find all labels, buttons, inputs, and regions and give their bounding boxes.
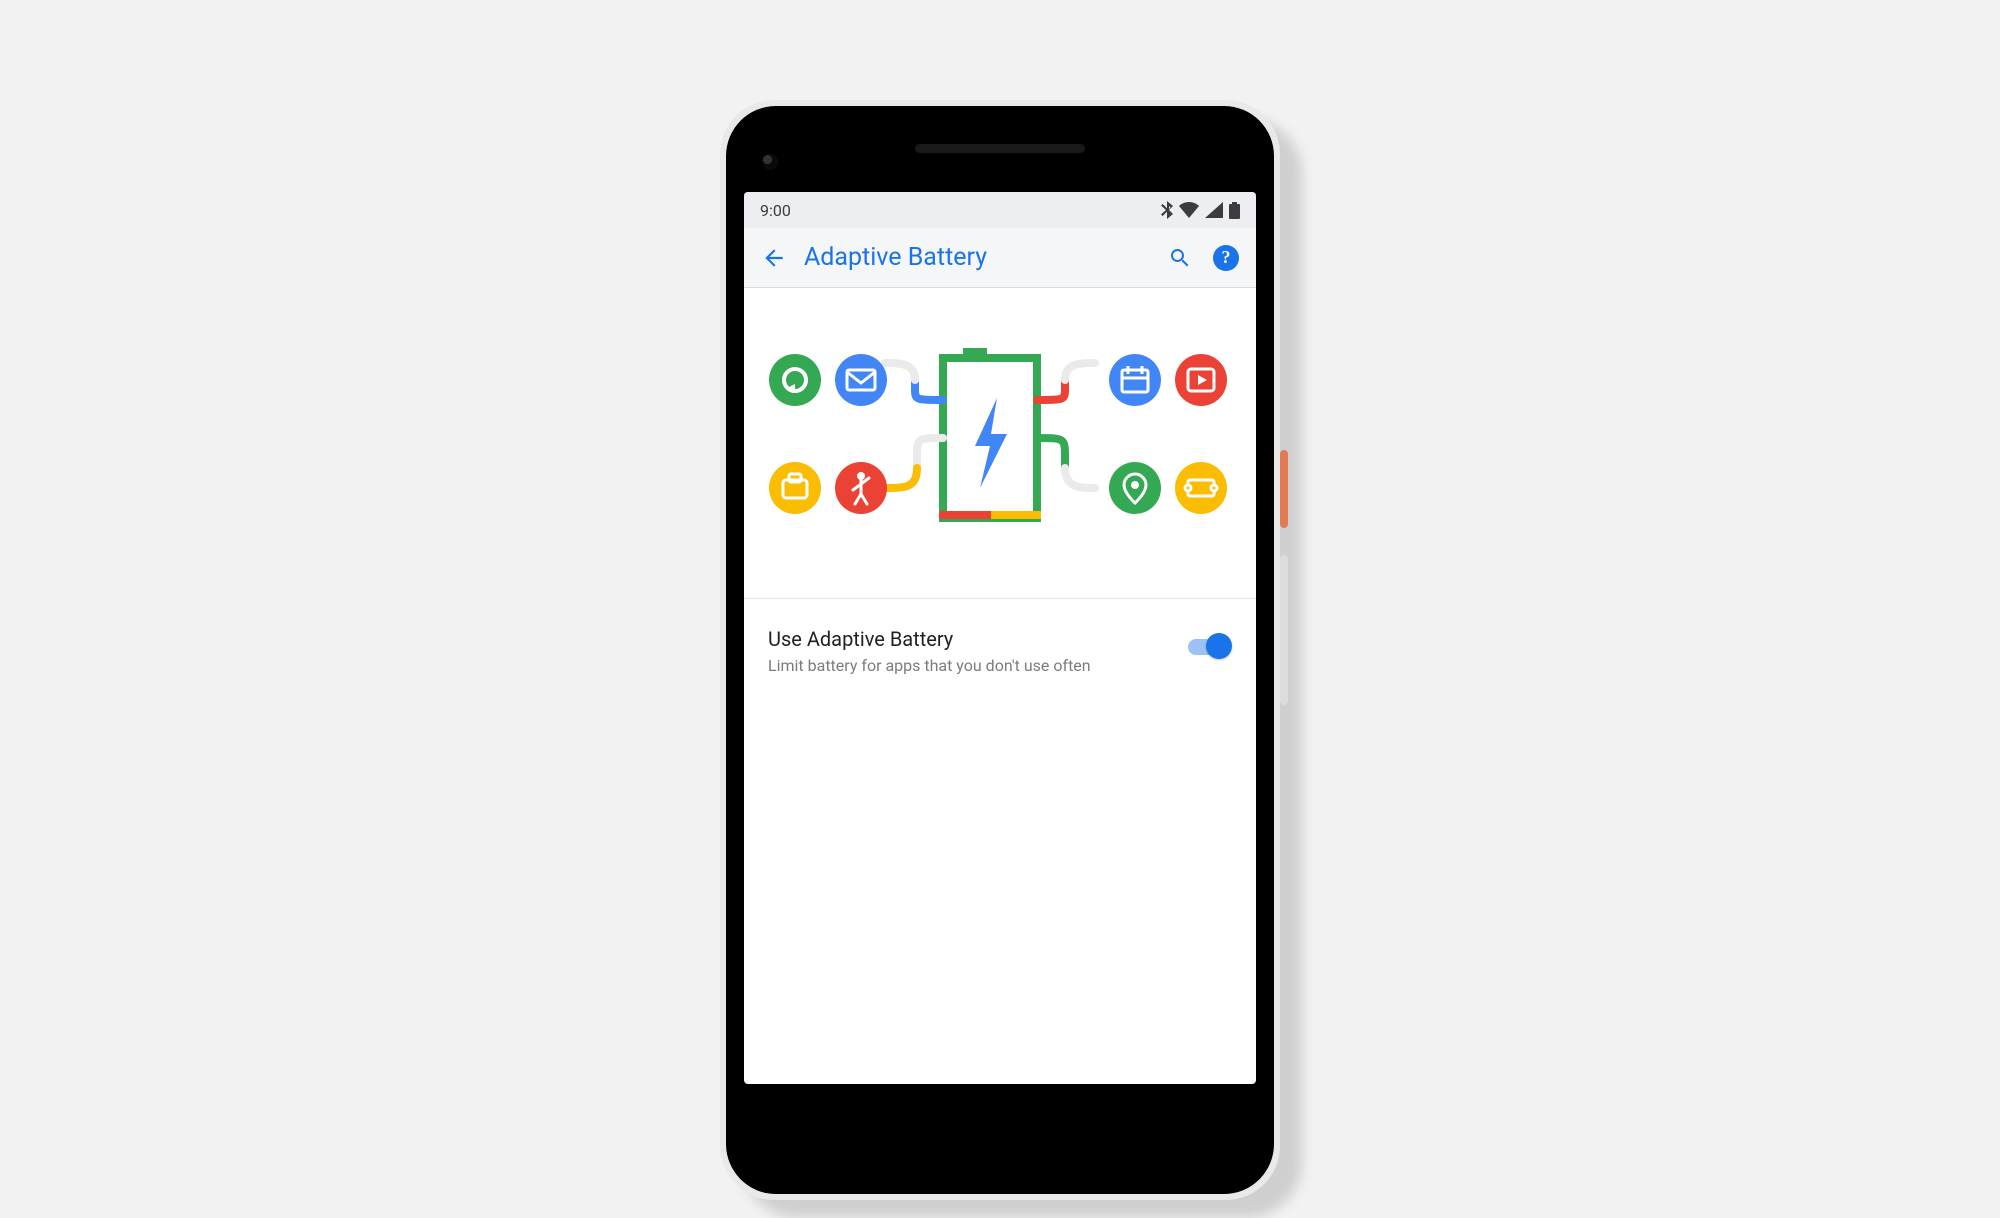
- app-store-icon: [769, 462, 821, 514]
- app-chat-icon: [769, 354, 821, 406]
- setting-title: Use Adaptive Battery: [768, 627, 1164, 651]
- front-camera: [762, 154, 778, 170]
- app-bar: Adaptive Battery ?: [744, 228, 1256, 288]
- setting-subtitle: Limit battery for apps that you don't us…: [768, 655, 1098, 677]
- search-icon: [1168, 246, 1192, 270]
- bluetooth-icon: [1161, 201, 1173, 219]
- adaptive-battery-toggle[interactable]: [1188, 633, 1232, 659]
- status-time: 9:00: [760, 201, 791, 220]
- screen: 9:00 Adaptive Battery: [744, 192, 1256, 1084]
- volume-button: [1280, 555, 1288, 705]
- status-icons: [1161, 201, 1240, 219]
- battery-illustration-icon: [939, 348, 1041, 519]
- app-fit-icon: [835, 462, 887, 514]
- battery-icon: [1229, 202, 1240, 219]
- hero-illustration: [744, 288, 1256, 599]
- help-button[interactable]: ?: [1210, 242, 1242, 274]
- speaker-grille: [915, 144, 1085, 153]
- app-ticket-icon: [1175, 462, 1227, 514]
- help-icon: ?: [1213, 245, 1239, 271]
- app-mail-icon: [835, 354, 887, 406]
- arrow-left-icon: [761, 245, 787, 271]
- use-adaptive-battery-row[interactable]: Use Adaptive Battery Limit battery for a…: [744, 599, 1256, 705]
- cellular-icon: [1205, 202, 1223, 218]
- phone-frame: 9:00 Adaptive Battery: [720, 100, 1280, 1200]
- page-title: Adaptive Battery: [804, 243, 1150, 272]
- app-video-icon: [1175, 354, 1227, 406]
- app-calendar-icon: [1109, 354, 1161, 406]
- back-button[interactable]: [758, 242, 790, 274]
- app-location-icon: [1109, 462, 1161, 514]
- search-button[interactable]: [1164, 242, 1196, 274]
- status-bar: 9:00: [744, 192, 1256, 228]
- power-button: [1280, 450, 1288, 528]
- wifi-icon: [1179, 202, 1199, 218]
